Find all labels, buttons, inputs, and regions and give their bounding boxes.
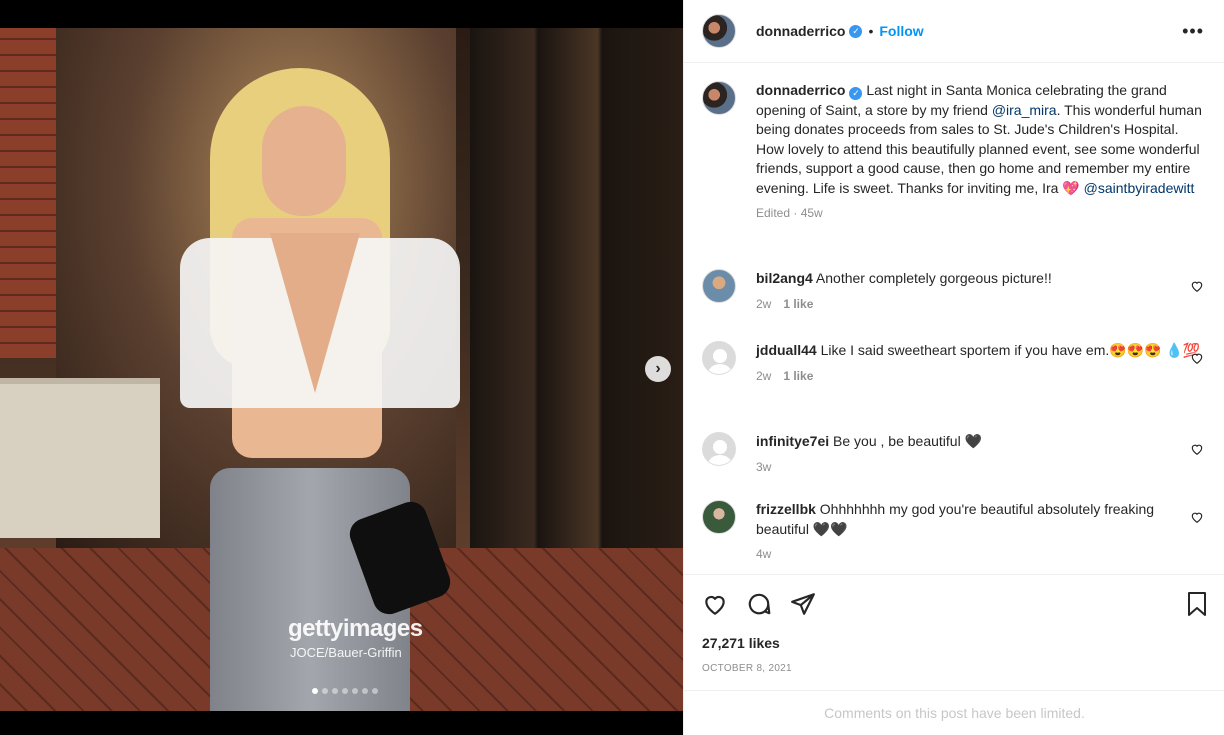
post-date[interactable]: OCTOBER 8, 2021 <box>702 663 792 674</box>
caption-meta: Edited · 45w <box>756 206 823 220</box>
carousel-dots <box>312 688 378 694</box>
mention-link[interactable]: @saintbyiradewitt <box>1084 180 1195 196</box>
comment-text: Like I said sweetheart sportem if you ha… <box>820 342 1201 358</box>
follow-button[interactable]: Follow <box>879 23 923 39</box>
carousel-dot <box>322 688 328 694</box>
comments-list[interactable]: donnaderrico ✓ Last night in Santa Monica… <box>684 64 1224 574</box>
author-avatar[interactable] <box>702 81 736 115</box>
comment-meta: 4w <box>756 547 1202 561</box>
comment-meta: 2w 1 like <box>756 369 1202 383</box>
photo-brick-wall <box>0 28 56 358</box>
comments-limited-notice: Comments on this post have been limited. <box>684 690 1224 735</box>
post-side-panel: donnaderrico ✓ • Follow ••• donnaderrico… <box>683 0 1224 735</box>
comment-time[interactable]: 2w <box>756 297 771 311</box>
post-media: gettyimages JOCE/Bauer-Griffin › <box>0 0 683 735</box>
comment: infinitye7ei Be you , be beautiful 🖤 3w <box>702 432 1204 474</box>
comment-heart-icon[interactable] <box>1190 351 1204 365</box>
comment-body: bil2ang4 Another completely gorgeous pic… <box>756 269 1202 289</box>
share-icon[interactable] <box>790 591 816 617</box>
post-photo[interactable] <box>0 28 683 711</box>
caption-text: donnaderrico ✓ Last night in Santa Monica… <box>756 81 1202 198</box>
comment-likes[interactable]: 1 like <box>783 297 813 311</box>
author-username[interactable]: donnaderrico <box>756 23 845 39</box>
mention-link[interactable]: @ira_mira <box>992 102 1057 118</box>
post-header: donnaderrico ✓ • Follow ••• <box>684 0 1224 63</box>
comment-likes[interactable]: 1 like <box>783 369 813 383</box>
comment-time[interactable]: 2w <box>756 369 771 383</box>
comment-heart-icon[interactable] <box>1190 510 1204 524</box>
carousel-dot <box>352 688 358 694</box>
commenter-avatar[interactable] <box>702 341 736 375</box>
post-actions: 27,271 likes OCTOBER 8, 2021 <box>684 574 1224 674</box>
commenter-avatar[interactable] <box>702 269 736 303</box>
carousel-dot <box>372 688 378 694</box>
verified-badge-icon: ✓ <box>849 24 863 38</box>
comment-text: Ohhhhhhh my god you're beautiful absolut… <box>756 501 1155 537</box>
carousel-dot <box>362 688 368 694</box>
caption-username[interactable]: donnaderrico <box>756 82 845 98</box>
getty-watermark: gettyimages <box>288 615 423 642</box>
comment-meta: 3w <box>756 460 1202 474</box>
comment-text: Be you , be beautiful 🖤 <box>833 433 982 449</box>
comment-meta: 2w 1 like <box>756 297 1202 311</box>
author-avatar[interactable] <box>702 14 736 48</box>
more-options-icon[interactable]: ••• <box>1182 22 1204 40</box>
comment-heart-icon[interactable] <box>1190 442 1204 456</box>
photo-table <box>0 378 160 538</box>
verified-badge-icon: ✓ <box>849 87 863 101</box>
heart-icon[interactable] <box>702 591 728 617</box>
comment-time[interactable]: 3w <box>756 460 771 474</box>
carousel-dot <box>342 688 348 694</box>
comment-username[interactable]: infinitye7ei <box>756 433 829 449</box>
likes-count[interactable]: 27,271 likes <box>702 635 780 651</box>
photo-credit: JOCE/Bauer-Griffin <box>290 645 402 660</box>
comment-time[interactable]: 4w <box>756 547 771 561</box>
carousel-dot <box>312 688 318 694</box>
comment-username[interactable]: bil2ang4 <box>756 270 813 286</box>
comment-username[interactable]: jdduall44 <box>756 342 817 358</box>
action-icons <box>702 591 816 617</box>
photo-face <box>262 106 346 216</box>
caption: donnaderrico ✓ Last night in Santa Monica… <box>702 81 1202 220</box>
carousel-dot <box>332 688 338 694</box>
header-separator: • <box>868 23 874 39</box>
comment-body: infinitye7ei Be you , be beautiful 🖤 <box>756 432 1202 452</box>
comment: bil2ang4 Another completely gorgeous pic… <box>702 269 1204 311</box>
next-slide-button[interactable]: › <box>645 356 671 382</box>
comment-body: frizzellbk Ohhhhhhh my god you're beauti… <box>756 500 1202 539</box>
comment-body: jdduall44 Like I said sweetheart sportem… <box>756 341 1202 361</box>
comment: jdduall44 Like I said sweetheart sportem… <box>702 341 1204 383</box>
commenter-avatar[interactable] <box>702 432 736 466</box>
bookmark-icon[interactable] <box>1185 591 1209 617</box>
commenter-avatar[interactable] <box>702 500 736 534</box>
comment-username[interactable]: frizzellbk <box>756 501 816 517</box>
comment-heart-icon[interactable] <box>1190 279 1204 293</box>
comment: frizzellbk Ohhhhhhh my god you're beauti… <box>702 500 1204 561</box>
comment-text: Another completely gorgeous picture!! <box>815 270 1052 286</box>
comment-icon[interactable] <box>746 591 772 617</box>
